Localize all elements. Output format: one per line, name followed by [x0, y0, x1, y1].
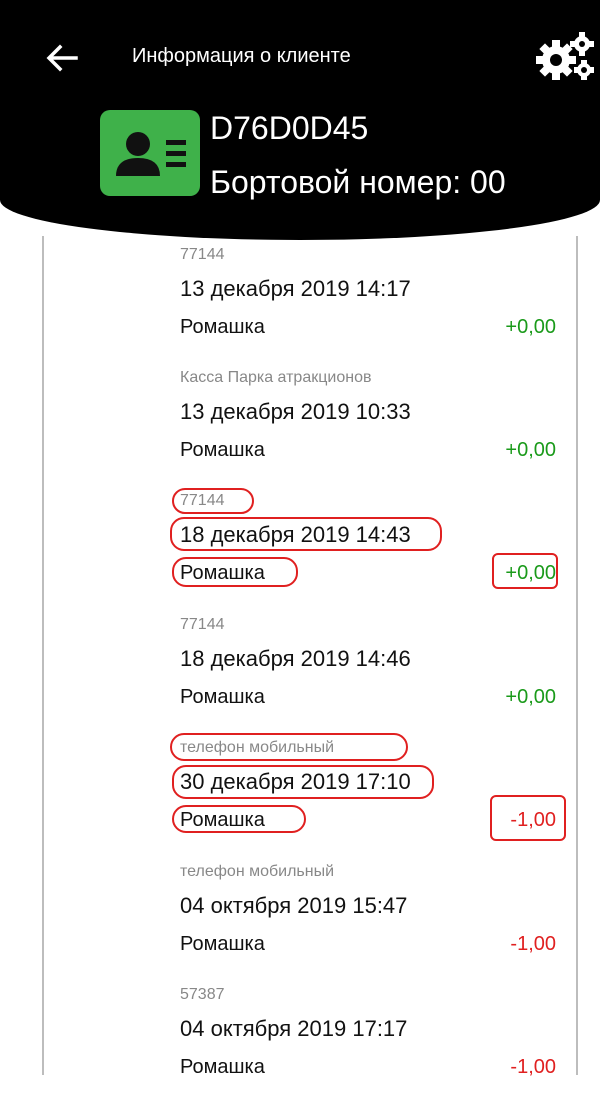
transaction-date: 13 декабря 2019 10:33	[180, 399, 411, 424]
transaction-row[interactable]: 57387 04 октября 2019 17:17 Ромашка -1,0…	[0, 986, 600, 1110]
transaction-source: Касса Парка атракционов	[180, 369, 372, 386]
transaction-row[interactable]: телефон мобильный 04 октября 2019 15:47 …	[0, 863, 600, 987]
transaction-date: 13 декабря 2019 14:17	[180, 276, 411, 301]
transaction-row[interactable]: телефон мобильный 30 декабря 2019 17:10 …	[0, 739, 600, 863]
transaction-amount: -1,00	[510, 933, 556, 955]
transaction-source: 77144	[180, 492, 225, 509]
client-header: Информация о клиенте D76D0D45 Бортовой н…	[0, 0, 600, 240]
transaction-row[interactable]: Касса Парка атракционов 13 декабря 2019 …	[0, 369, 600, 493]
transaction-name: Ромашка	[180, 316, 265, 338]
transaction-name: Ромашка	[180, 439, 265, 461]
page-title: Информация о клиенте	[132, 45, 351, 67]
transaction-amount: -1,00	[510, 1056, 556, 1078]
settings-button[interactable]	[536, 30, 596, 86]
gears-icon	[536, 32, 594, 80]
transaction-source: 57387	[180, 986, 225, 1003]
transaction-source: 77144	[180, 616, 225, 633]
transaction-date: 18 декабря 2019 14:43	[180, 522, 411, 547]
transaction-name: Ромашка	[180, 1056, 265, 1078]
id-card-icon	[116, 132, 186, 176]
client-id: D76D0D45	[210, 110, 369, 146]
app-bar: Информация о клиенте	[0, 0, 600, 120]
transaction-amount: +0,00	[505, 562, 556, 584]
transaction-date: 30 декабря 2019 17:10	[180, 769, 411, 794]
transaction-source: 77144	[180, 246, 225, 263]
transaction-name: Ромашка	[180, 933, 265, 955]
board-number: Бортовой номер: 00	[210, 164, 506, 200]
transaction-amount: -1,00	[510, 809, 556, 831]
transaction-date: 18 декабря 2019 14:46	[180, 646, 411, 671]
transaction-amount: +0,00	[505, 316, 556, 338]
transaction-amount: +0,00	[505, 439, 556, 461]
transaction-name: Ромашка	[180, 686, 265, 708]
transaction-row[interactable]: 77144 13 декабря 2019 14:17 Ромашка +0,0…	[0, 246, 600, 370]
transaction-source: телефон мобильный	[180, 863, 335, 880]
arrow-left-icon	[46, 44, 78, 72]
transaction-source: телефон мобильный	[180, 739, 335, 756]
transaction-row[interactable]: 77144 18 декабря 2019 14:46 Ромашка +0,0…	[0, 616, 600, 740]
transaction-amount: +0,00	[505, 686, 556, 708]
transaction-row[interactable]: 77144 18 декабря 2019 14:43 Ромашка +0,0…	[0, 492, 600, 616]
client-avatar	[100, 110, 200, 196]
back-button[interactable]	[40, 36, 84, 80]
transaction-date: 04 октября 2019 17:17	[180, 1016, 408, 1041]
transaction-name: Ромашка	[180, 809, 265, 831]
transaction-date: 04 октября 2019 15:47	[180, 893, 408, 918]
transaction-name: Ромашка	[180, 562, 265, 584]
